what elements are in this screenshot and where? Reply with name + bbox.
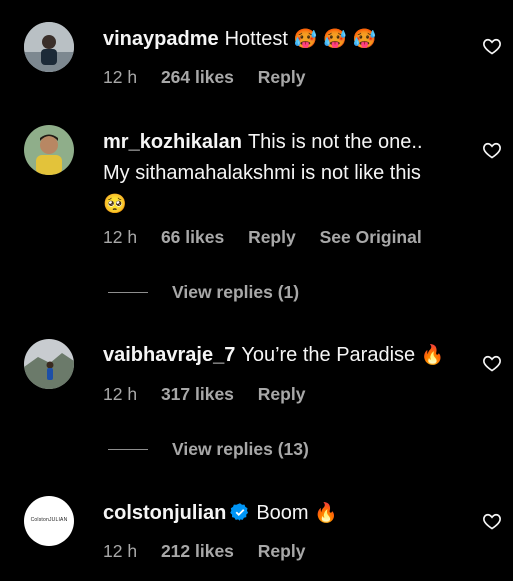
like-heart-icon[interactable] [482,353,502,373]
like-heart-icon[interactable] [482,36,502,56]
likes-count[interactable]: 317 likes [161,384,234,404]
comment-text: colstonjulian Boom 🔥 [103,498,463,529]
verified-badge-icon [230,503,249,521]
hot-face-emoji-icon: 🥵 🥵 🥵 [293,28,377,50]
like-heart-icon[interactable] [482,511,502,531]
brand-logo-text: ColstonJULIAN [30,517,68,523]
comment-message: You’re the Paradise [241,344,416,366]
comment-message: Boom [256,502,309,524]
avatar-mr-kozhikalan[interactable] [24,125,74,175]
reply-button[interactable]: Reply [248,227,296,247]
likes-count[interactable]: 212 likes [161,541,234,561]
comment-message-line1: This is not the one.. [247,131,423,153]
timestamp: 12 h [103,67,138,87]
view-replies-label: View replies (13) [172,439,309,459]
reply-button[interactable]: Reply [258,541,306,561]
username-link[interactable]: colstonjulian [103,502,226,524]
timestamp: 12 h [103,384,138,404]
comment-meta: 12 h 317 likes Reply [103,384,324,405]
avatar-vaibhavraje-7[interactable] [24,339,74,389]
timestamp: 12 h [103,541,138,561]
reply-button[interactable]: Reply [258,384,306,404]
profile-photo-icon [24,339,74,389]
likes-count[interactable]: 264 likes [161,67,234,87]
username-link[interactable]: vinaypadme [103,28,219,50]
comment-message: Hottest [224,28,288,50]
comment-meta: 12 h 66 likes Reply See Original [103,227,441,248]
reply-button[interactable]: Reply [258,67,306,87]
avatar-colstonjulian[interactable]: ColstonJULIAN [24,496,74,546]
username-link[interactable]: vaibhavraje_7 [103,344,235,366]
profile-photo-icon [24,125,74,175]
comment-text: vaibhavraje_7 You’re the Paradise 🔥 [103,340,463,371]
view-replies-label: View replies (1) [172,282,300,302]
replies-divider [108,449,148,450]
profile-photo-icon [24,22,74,72]
username-link[interactable]: mr_kozhikalan [103,131,242,153]
comment-text: vinaypadme Hottest 🥵 🥵 🥵 [103,24,463,55]
comment-text: mr_kozhikalan This is not the one.. My si… [103,127,463,220]
pleading-face-emoji-icon: 🥺 [103,193,127,215]
like-heart-icon[interactable] [482,140,502,160]
avatar-vinaypadme[interactable] [24,22,74,72]
see-original-button[interactable]: See Original [320,227,422,247]
likes-count[interactable]: 66 likes [161,227,224,247]
comment-message-line2: My sithamahalakshmi is not like this [103,162,421,184]
comment-meta: 12 h 212 likes Reply [103,541,324,562]
replies-divider [108,292,148,293]
fire-emoji-icon: 🔥 [314,502,338,524]
fire-emoji-icon: 🔥 [420,344,445,366]
timestamp: 12 h [103,227,138,247]
comment-meta: 12 h 264 likes Reply [103,67,324,88]
